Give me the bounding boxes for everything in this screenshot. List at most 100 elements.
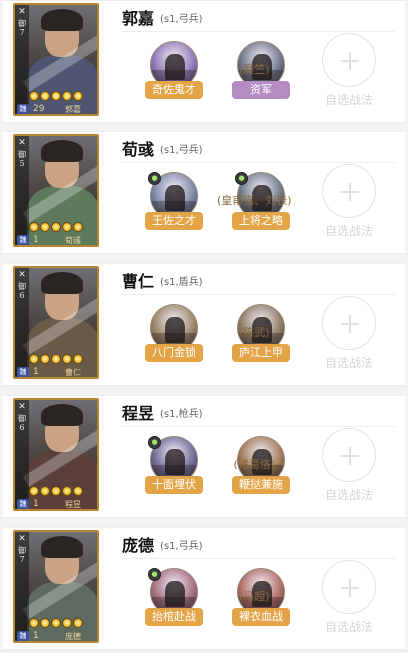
weapon-icon: ✕ <box>18 534 26 544</box>
add-skill-button[interactable] <box>322 164 376 218</box>
plus-icon <box>349 52 351 70</box>
star-rating <box>29 222 83 232</box>
skill-slot[interactable]: 奇佐鬼才 <box>144 41 204 99</box>
general-level: 1 <box>33 235 39 245</box>
star-icon <box>73 354 83 364</box>
star-icon <box>29 91 39 101</box>
skill-source: (诸葛恪) <box>233 458 276 471</box>
faction-badge: 魏 <box>17 367 29 377</box>
star-icon <box>73 222 83 232</box>
star-icon <box>62 354 72 364</box>
weapon-icon: ✕ <box>18 270 26 280</box>
star-icon <box>40 486 50 496</box>
header-divider <box>122 294 395 295</box>
star-rating <box>29 354 83 364</box>
cost-label: 御5 <box>18 150 26 168</box>
header-divider <box>122 162 395 163</box>
skill-label: 十面埋伏 <box>145 476 203 494</box>
portrait-name: 郭嘉 <box>65 105 81 114</box>
skill-source: (马超) <box>239 590 270 603</box>
general-info: (s1,弓兵) <box>160 14 203 25</box>
faction-badge: 魏 <box>17 499 29 509</box>
portrait-hair <box>41 404 83 426</box>
general-info: (s1,盾兵) <box>160 277 203 288</box>
add-skill-button[interactable] <box>322 33 376 87</box>
weapon-icon: ✕ <box>18 138 26 148</box>
general-card[interactable]: ✕ 御7 魏 1 庞德 庞德 (s1,弓兵) ● 抬棺赴战 裸衣血战 (马超) 自选战法 <box>3 527 405 650</box>
general-portrait[interactable]: ✕ 御5 魏 1 荀彧 <box>13 134 99 247</box>
cost-label: 御7 <box>18 19 26 37</box>
skill-slot[interactable]: ● 抬棺赴战 <box>144 568 204 626</box>
general-card[interactable]: ✕ 御5 魏 1 荀彧 荀彧 (s1,弓兵) ● 王佐之才 ● 上将之略 (皇甫嵩、刘表) 自选战法 <box>3 131 405 254</box>
skill-label: 庐江上甲 <box>232 344 290 362</box>
star-icon <box>62 91 72 101</box>
star-icon <box>40 618 50 628</box>
add-skill-label[interactable]: 自选战法 <box>325 486 373 503</box>
skill-label: 奇佐鬼才 <box>145 81 203 99</box>
add-skill-label[interactable]: 自选战法 <box>325 222 373 239</box>
plus-icon <box>349 579 351 597</box>
star-icon <box>73 618 83 628</box>
star-icon <box>73 486 83 496</box>
general-info: (s1,弓兵) <box>160 145 203 156</box>
general-level: 1 <box>33 631 39 641</box>
general-name: 程昱 <box>122 404 155 423</box>
header-divider <box>122 558 395 559</box>
skill-icon-figure <box>165 54 185 80</box>
general-name: 荀彧 <box>122 140 155 159</box>
skill-label: 抬棺赴战 <box>145 608 203 626</box>
general-portrait[interactable]: ✕ 御6 魏 1 程昱 <box>13 398 99 511</box>
skill-type-icon: ● <box>148 568 161 581</box>
add-skill-label[interactable]: 自选战法 <box>325 354 373 371</box>
skill-slot[interactable]: 八门金锁 <box>144 304 204 362</box>
portrait-name: 庞德 <box>65 632 81 641</box>
star-rating <box>29 486 83 496</box>
plus-icon <box>349 315 351 333</box>
general-info: (s1,枪兵) <box>160 409 203 420</box>
add-skill-label[interactable]: 自选战法 <box>325 618 373 635</box>
general-info: (s1,弓兵) <box>160 541 203 552</box>
add-skill-button[interactable] <box>322 296 376 350</box>
general-level: 1 <box>33 499 39 509</box>
skill-icon-figure <box>165 185 185 211</box>
general-level: 1 <box>33 367 39 377</box>
general-portrait[interactable]: ✕ 御7 魏 29 郭嘉 <box>13 3 99 116</box>
add-skill-label[interactable]: 自选战法 <box>325 91 373 108</box>
skill-slot[interactable]: ● 王佐之才 <box>144 172 204 230</box>
add-skill-button[interactable] <box>322 560 376 614</box>
general-card[interactable]: ✕ 御7 魏 29 郭嘉 郭嘉 (s1,弓兵) 奇佐鬼才 资军 (糜竺) 自选战法 <box>3 0 405 123</box>
general-card[interactable]: ✕ 御6 魏 1 曹仁 曹仁 (s1,盾兵) 八门金锁 庐江上甲 (陈武) 自选战法 <box>3 263 405 386</box>
star-icon <box>29 618 39 628</box>
faction-badge: 魏 <box>17 631 29 641</box>
skill-source: (皇甫嵩、刘表) <box>217 194 292 207</box>
general-portrait[interactable]: ✕ 御6 魏 1 曹仁 <box>13 266 99 379</box>
star-rating <box>29 618 83 628</box>
star-icon <box>51 91 61 101</box>
star-icon <box>51 222 61 232</box>
cost-label: 御6 <box>18 282 26 300</box>
skill-icon-figure <box>165 449 185 475</box>
faction-badge: 魏 <box>17 104 29 114</box>
skill-label: 资军 <box>232 81 290 99</box>
star-rating <box>29 91 83 101</box>
star-icon <box>62 222 72 232</box>
skill-slot[interactable]: ● 十面埋伏 <box>144 436 204 494</box>
skill-icon-figure <box>165 581 185 607</box>
general-portrait[interactable]: ✕ 御7 魏 1 庞德 <box>13 530 99 643</box>
general-list: ✕ 御7 魏 29 郭嘉 郭嘉 (s1,弓兵) 奇佐鬼才 资军 (糜竺) 自选战法 ✕ 御5 魏 1 荀彧 荀彧… <box>0 0 408 653</box>
general-card[interactable]: ✕ 御6 魏 1 程昱 程昱 (s1,枪兵) ● 十面埋伏 鞭挞兼施 (诸葛恪) 自选战法 <box>3 395 405 518</box>
skill-label: 王佐之才 <box>145 212 203 230</box>
skill-label: 裸衣血战 <box>232 608 290 626</box>
general-level: 29 <box>33 104 45 114</box>
star-icon <box>29 486 39 496</box>
portrait-name: 曹仁 <box>65 368 81 377</box>
cost-label: 御6 <box>18 414 26 432</box>
skill-type-icon: ● <box>235 172 248 185</box>
portrait-hair <box>41 9 83 31</box>
star-icon <box>29 222 39 232</box>
add-skill-button[interactable] <box>322 428 376 482</box>
skill-type-icon: ● <box>148 436 161 449</box>
portrait-hair <box>41 140 83 162</box>
star-icon <box>73 91 83 101</box>
portrait-hair <box>41 272 83 294</box>
